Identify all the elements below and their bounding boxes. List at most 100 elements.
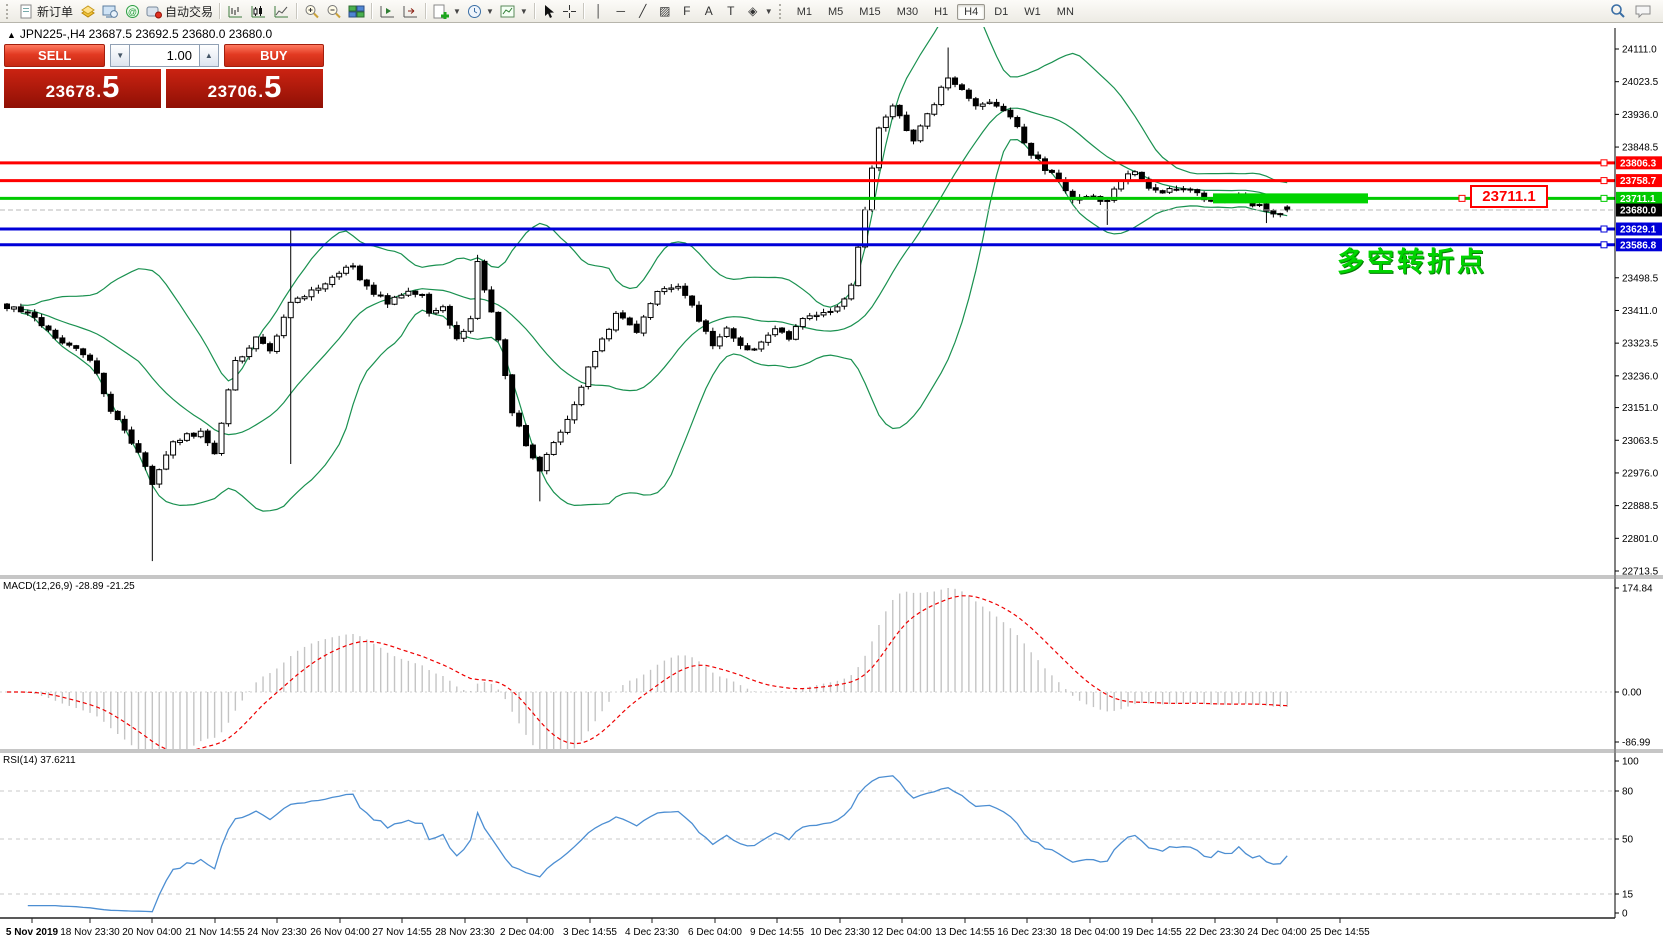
search-icon[interactable] bbox=[1610, 3, 1626, 19]
candle-body bbox=[918, 126, 923, 141]
new-order-button[interactable]: 新订单 bbox=[16, 2, 76, 21]
crosshair-button[interactable] bbox=[559, 2, 580, 21]
candle-body bbox=[655, 291, 660, 304]
candle-body bbox=[115, 411, 120, 419]
label-tool-button[interactable]: T bbox=[720, 2, 742, 21]
trendline-tool-button[interactable]: ╱ bbox=[632, 2, 654, 21]
zoom-in-button[interactable] bbox=[301, 2, 323, 21]
candle-body bbox=[351, 266, 356, 267]
navigator-button[interactable] bbox=[99, 2, 122, 21]
time-tick-label: 26 Nov 04:00 bbox=[310, 927, 370, 938]
candle-body bbox=[157, 470, 162, 484]
candle-body bbox=[129, 430, 134, 443]
templates-button[interactable]: ▼ bbox=[497, 2, 531, 21]
time-tick-label: 22 Dec 23:30 bbox=[1185, 927, 1245, 938]
tf-button-M1[interactable]: M1 bbox=[790, 4, 819, 20]
volume-up-button[interactable]: ▲ bbox=[199, 44, 219, 67]
level-handle[interactable] bbox=[1601, 226, 1607, 232]
tf-button-MN[interactable]: MN bbox=[1050, 4, 1081, 20]
auto-scroll-button[interactable] bbox=[376, 2, 399, 21]
candle-body bbox=[198, 431, 203, 436]
sell-button[interactable]: SELL bbox=[4, 44, 105, 67]
tf-button-H1[interactable]: H1 bbox=[927, 4, 955, 20]
text-tool-button[interactable]: A bbox=[698, 2, 720, 21]
candle-body bbox=[302, 297, 307, 299]
periods-clock-icon bbox=[467, 4, 482, 19]
buy-price-dot: . bbox=[258, 82, 263, 102]
collapse-icon[interactable]: ▲ bbox=[7, 30, 16, 40]
candle-body bbox=[1022, 127, 1027, 143]
candle-body bbox=[1105, 200, 1110, 201]
candle-body bbox=[544, 454, 549, 470]
level-handle[interactable] bbox=[1601, 242, 1607, 248]
periods-button[interactable]: ▼ bbox=[464, 2, 497, 21]
buy-price-panel[interactable]: 23706 . 5 bbox=[166, 69, 323, 108]
candle-body bbox=[496, 312, 501, 340]
candle-body bbox=[427, 294, 432, 313]
candle-body bbox=[1153, 188, 1158, 190]
candle-body bbox=[1209, 200, 1214, 201]
bar-chart-button[interactable] bbox=[224, 2, 247, 21]
candle-body bbox=[911, 130, 916, 141]
volume-input[interactable]: 1.00 bbox=[130, 44, 199, 67]
market-watch-button[interactable] bbox=[76, 2, 99, 21]
candle-body bbox=[1119, 181, 1124, 189]
toolbar-grip[interactable] bbox=[6, 4, 13, 19]
hline-tool-button[interactable]: ─ bbox=[610, 2, 632, 21]
buy-button[interactable]: BUY bbox=[224, 44, 324, 67]
candle-body bbox=[530, 445, 535, 458]
highlight-segment[interactable] bbox=[1213, 193, 1368, 203]
arrows-tool-button[interactable]: ◈▼ bbox=[742, 2, 776, 21]
tf-button-M5[interactable]: M5 bbox=[821, 4, 850, 20]
time-tick-label: 4 Dec 23:30 bbox=[625, 927, 679, 938]
tf-button-M15[interactable]: M15 bbox=[852, 4, 887, 20]
zoom-out-button[interactable] bbox=[323, 2, 345, 21]
tf-button-W1[interactable]: W1 bbox=[1017, 4, 1048, 20]
candle-body bbox=[413, 291, 418, 294]
price-callout-box[interactable]: 23711.1 bbox=[1470, 185, 1548, 208]
time-tick-label: 2 Dec 04:00 bbox=[500, 927, 554, 938]
candle-body bbox=[233, 361, 238, 390]
candlestick-chart-button[interactable] bbox=[247, 2, 270, 21]
vline-tool-button[interactable]: │ bbox=[588, 2, 610, 21]
autotrade-button[interactable]: 自动交易 bbox=[143, 2, 216, 21]
level-handle[interactable] bbox=[1601, 160, 1607, 166]
cursor-button[interactable] bbox=[539, 2, 559, 21]
candle-body bbox=[323, 284, 328, 289]
candle-body bbox=[662, 289, 667, 292]
svg-text:@: @ bbox=[128, 7, 137, 17]
channel-tool-button[interactable]: ▨ bbox=[654, 2, 676, 21]
candle-body bbox=[11, 307, 16, 309]
volume-down-button[interactable]: ▼ bbox=[110, 44, 130, 67]
sell-price-frac: 5 bbox=[102, 73, 119, 101]
toolbar-separator bbox=[371, 3, 373, 19]
toolbar-right-group bbox=[1610, 3, 1660, 19]
line-chart-button[interactable] bbox=[270, 2, 293, 21]
turning-point-note[interactable]: 多空转折点 bbox=[1337, 240, 1487, 279]
toolbar-separator bbox=[583, 3, 585, 19]
candle-body bbox=[164, 455, 169, 469]
tile-windows-button[interactable] bbox=[345, 2, 368, 21]
candle-body bbox=[178, 440, 183, 442]
tf-button-H4[interactable]: H4 bbox=[957, 4, 985, 20]
sell-price-dot: . bbox=[96, 82, 101, 102]
chart-shift-button[interactable] bbox=[399, 2, 422, 21]
level-handle[interactable] bbox=[1601, 178, 1607, 184]
signals-button[interactable]: @ bbox=[122, 2, 143, 21]
tf-button-M30[interactable]: M30 bbox=[890, 4, 925, 20]
fibonacci-tool-button[interactable]: F bbox=[676, 2, 698, 21]
price-tick-label: 23236.0 bbox=[1622, 371, 1659, 382]
chart-canvas[interactable]: 24111.024023.523936.023848.523498.523411… bbox=[0, 24, 1663, 947]
candle-body bbox=[440, 307, 445, 311]
level-handle[interactable] bbox=[1601, 195, 1607, 201]
time-tick-label: 12 Dec 04:00 bbox=[872, 927, 932, 938]
channel-icon: ▨ bbox=[657, 4, 673, 18]
indicators-button[interactable]: ▼ bbox=[430, 2, 464, 21]
chat-icon[interactable] bbox=[1634, 4, 1652, 19]
toolbar-grip[interactable] bbox=[779, 4, 786, 19]
candle-body bbox=[717, 337, 722, 346]
tf-button-D1[interactable]: D1 bbox=[987, 4, 1015, 20]
sell-price-panel[interactable]: 23678 . 5 bbox=[4, 69, 161, 108]
candle-body bbox=[1132, 172, 1137, 175]
candle-body bbox=[475, 262, 480, 319]
